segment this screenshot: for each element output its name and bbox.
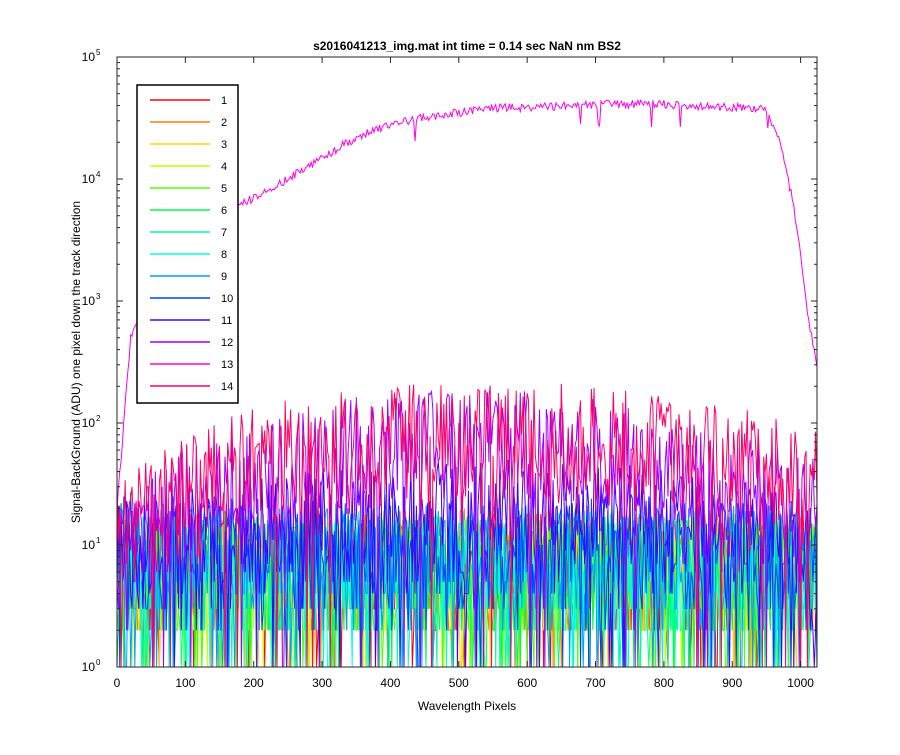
legend-label-9: 9 xyxy=(221,271,227,283)
x-tick-label: 500 xyxy=(449,676,469,690)
y-tick-label: 10 xyxy=(82,294,96,308)
x-tick-label: 600 xyxy=(517,676,537,690)
legend-label-1: 1 xyxy=(221,95,227,107)
legend-label-8: 8 xyxy=(221,249,227,261)
x-tick-label: 200 xyxy=(244,676,264,690)
y-tick-label: 10 xyxy=(82,538,96,552)
legend-label-14: 14 xyxy=(221,381,233,393)
y-axis-label: Signal-BackGround (ADU) one pixel down t… xyxy=(69,201,83,523)
x-tick-label: 400 xyxy=(380,676,400,690)
x-tick-label: 0 xyxy=(114,676,121,690)
x-tick-label: 100 xyxy=(175,676,195,690)
legend-label-10: 10 xyxy=(221,293,233,305)
x-tick-label: 300 xyxy=(312,676,332,690)
legend-label-2: 2 xyxy=(221,117,227,129)
legend-label-11: 11 xyxy=(221,315,232,327)
y-tick-exponent: 4 xyxy=(96,170,101,179)
y-tick-exponent: 5 xyxy=(96,48,101,57)
legend: 1234567891011121314 xyxy=(136,84,239,404)
legend-label-3: 3 xyxy=(221,139,227,151)
chart-title: s2016041213_img.mat int time = 0.14 sec … xyxy=(313,39,621,53)
chart-svg: s2016041213_img.mat int time = 0.14 sec … xyxy=(0,0,900,750)
legend-label-12: 12 xyxy=(221,337,233,349)
figure: s2016041213_img.mat int time = 0.14 sec … xyxy=(0,0,900,750)
y-tick-label: 10 xyxy=(82,50,96,64)
x-tick-label: 700 xyxy=(586,676,606,690)
x-axis-label: Wavelength Pixels xyxy=(418,699,516,713)
y-tick-exponent: 0 xyxy=(96,658,101,667)
y-tick-exponent: 3 xyxy=(96,292,101,301)
legend-label-13: 13 xyxy=(221,359,233,371)
y-tick-exponent: 1 xyxy=(96,536,101,545)
y-tick-label: 10 xyxy=(82,660,96,674)
y-tick-label: 10 xyxy=(82,172,96,186)
x-tick-label: 1000 xyxy=(787,676,814,690)
x-tick-label: 800 xyxy=(654,676,674,690)
legend-label-4: 4 xyxy=(221,161,227,173)
x-tick-label: 900 xyxy=(722,676,742,690)
legend-label-7: 7 xyxy=(221,227,227,239)
y-tick-label: 10 xyxy=(82,416,96,430)
legend-box xyxy=(136,84,239,404)
legend-label-6: 6 xyxy=(221,205,227,217)
y-tick-exponent: 2 xyxy=(96,414,101,423)
legend-label-5: 5 xyxy=(221,183,227,195)
